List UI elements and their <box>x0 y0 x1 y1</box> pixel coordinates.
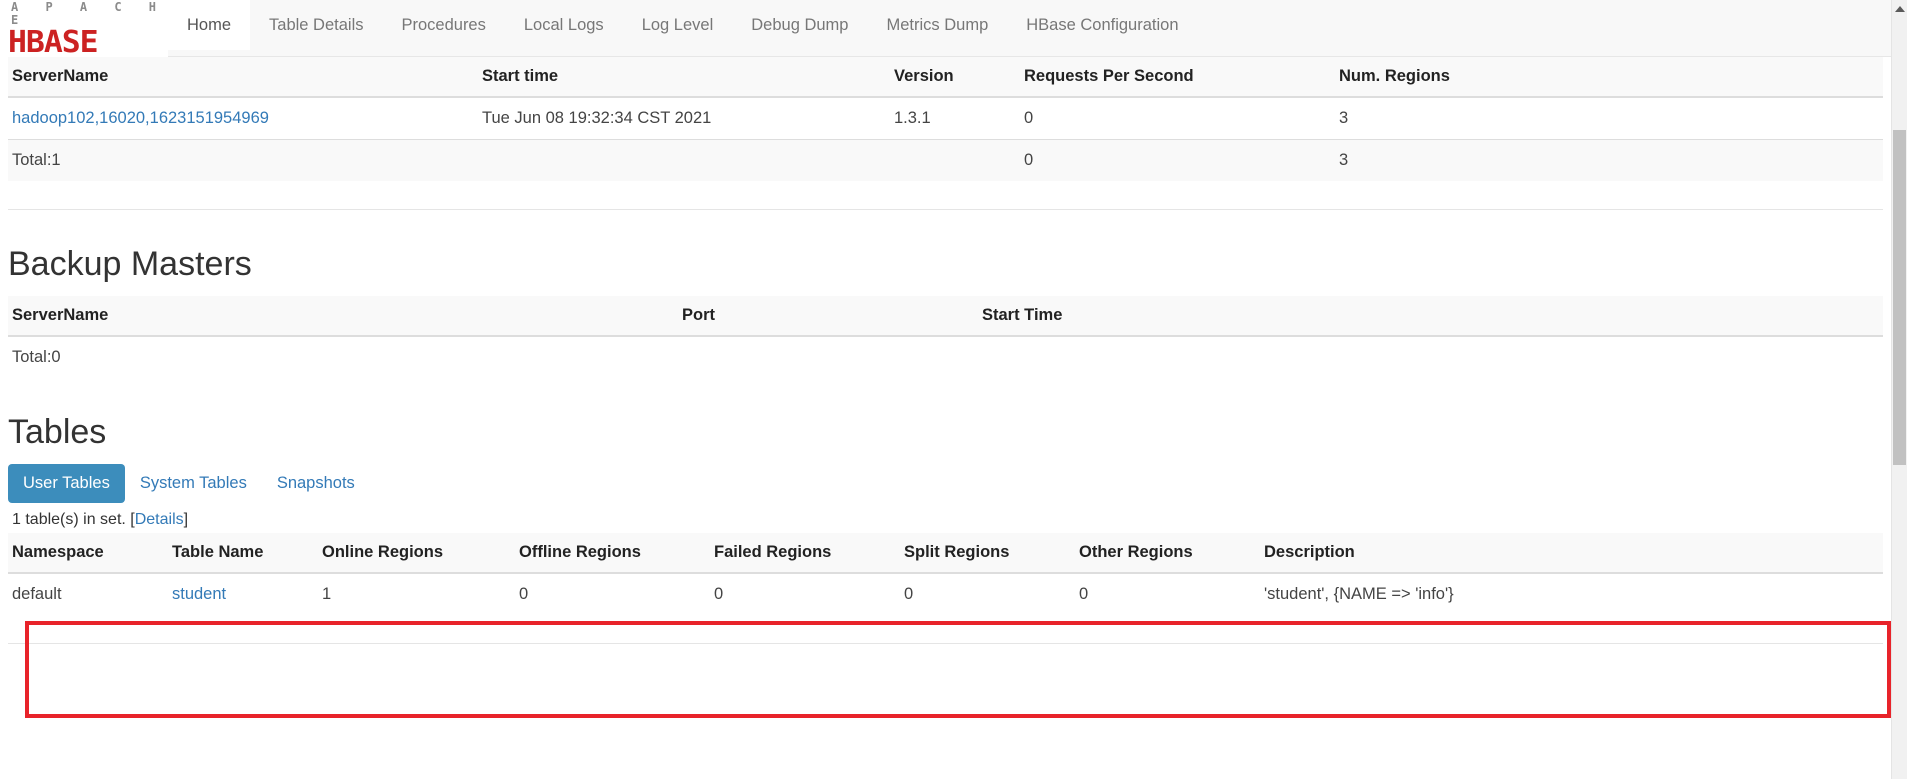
cell-total-requests-per-second: 0 <box>1020 139 1335 181</box>
cell-num-regions: 3 <box>1335 96 1883 140</box>
col-header-backup-server-name[interactable]: ServerName <box>8 296 678 337</box>
scrollbar-thumb[interactable] <box>1893 130 1906 465</box>
tables-tab-bar: User Tables System Tables Snapshots <box>8 464 1883 503</box>
page-viewport: A P A C H E HBASE Home Table Details Pro… <box>0 0 1891 779</box>
col-header-backup-start-time[interactable]: Start Time <box>978 296 1883 337</box>
table-header-row: Namespace Table Name Online Regions Offl… <box>8 533 1883 574</box>
col-header-failed-regions[interactable]: Failed Regions <box>710 533 900 574</box>
col-header-other-regions[interactable]: Other Regions <box>1075 533 1260 574</box>
cell-requests-per-second: 0 <box>1020 96 1335 140</box>
table-row: default student 1 0 0 0 0 'student', {NA… <box>8 572 1883 615</box>
nav-items: Home Table Details Procedures Local Logs… <box>168 0 1198 50</box>
hbase-master-status-page: A P A C H E HBASE Home Table Details Pro… <box>0 0 1907 779</box>
section-divider <box>8 209 1883 210</box>
col-header-offline-regions[interactable]: Offline Regions <box>515 533 710 574</box>
region-servers-table: ServerName Start time Version Requests P… <box>8 57 1883 181</box>
tab-system-tables[interactable]: System Tables <box>125 464 262 503</box>
cell-online-regions: 1 <box>318 572 515 615</box>
nav-item-home[interactable]: Home <box>168 0 251 50</box>
bottom-divider <box>8 643 1883 644</box>
col-header-namespace[interactable]: Namespace <box>8 533 168 574</box>
nav-item-local-logs[interactable]: Local Logs <box>505 0 623 50</box>
col-header-requests-per-second[interactable]: Requests Per Second <box>1020 57 1335 98</box>
cell-total-label: Total:1 <box>8 139 478 181</box>
table-row: hadoop102,16020,1623151954969 Tue Jun 08… <box>8 96 1883 140</box>
table-total-row: Total:1 0 3 <box>8 139 1883 181</box>
backup-masters-title: Backup Masters <box>8 245 252 283</box>
set-info-suffix: ] <box>183 511 189 528</box>
details-link[interactable]: Details <box>135 511 184 528</box>
tab-snapshots[interactable]: Snapshots <box>262 464 370 503</box>
cell-failed-regions: 0 <box>710 572 900 615</box>
col-header-split-regions[interactable]: Split Regions <box>900 533 1075 574</box>
cell-version: 1.3.1 <box>890 96 1020 140</box>
nav-item-debug-dump[interactable]: Debug Dump <box>732 0 867 50</box>
cell-server-name: hadoop102,16020,1623151954969 <box>8 96 478 140</box>
nav-item-metrics-dump[interactable]: Metrics Dump <box>867 0 1007 50</box>
table-set-info: 1 table(s) in set. [Details] <box>12 511 1883 529</box>
backup-masters-table: ServerName Port Start Time Total:0 <box>8 296 1883 378</box>
cell-table-name: student <box>168 572 318 615</box>
nav-item-table-details[interactable]: Table Details <box>250 0 382 50</box>
cell-split-regions: 0 <box>900 572 1075 615</box>
cell-namespace: default <box>8 572 168 615</box>
nav-item-log-level[interactable]: Log Level <box>623 0 733 50</box>
table-header-row: ServerName Start time Version Requests P… <box>8 57 1883 98</box>
col-header-version[interactable]: Version <box>890 57 1020 98</box>
col-header-start-time[interactable]: Start time <box>478 57 890 98</box>
tab-user-tables[interactable]: User Tables <box>8 464 125 503</box>
col-header-server-name[interactable]: ServerName <box>8 57 478 98</box>
table-header-row: ServerName Port Start Time <box>8 296 1883 337</box>
cell-description: 'student', {NAME => 'info'} <box>1260 572 1883 615</box>
vertical-scrollbar[interactable] <box>1891 0 1907 779</box>
cell-total-version <box>890 139 1020 181</box>
cell-backup-total-label: Total:0 <box>8 335 678 378</box>
top-navbar: A P A C H E HBASE Home Table Details Pro… <box>0 0 1891 58</box>
apache-hbase-logo[interactable]: A P A C H E HBASE <box>0 0 168 58</box>
nav-item-hbase-configuration[interactable]: HBase Configuration <box>1007 0 1197 50</box>
user-tables-table: Namespace Table Name Online Regions Offl… <box>8 533 1883 615</box>
cell-total-num-regions: 3 <box>1335 139 1883 181</box>
nav-item-procedures[interactable]: Procedures <box>382 0 504 50</box>
col-header-table-name[interactable]: Table Name <box>168 533 318 574</box>
cell-start-time: Tue Jun 08 19:32:34 CST 2021 <box>478 96 890 140</box>
tables-title: Tables <box>8 413 107 451</box>
col-header-num-regions[interactable]: Num. Regions <box>1335 57 1883 98</box>
scroll-up-arrow-icon[interactable] <box>1892 0 1907 17</box>
col-header-description[interactable]: Description <box>1260 533 1883 574</box>
table-name-link[interactable]: student <box>172 585 226 603</box>
col-header-backup-port[interactable]: Port <box>678 296 978 337</box>
page-content: ServerName Start time Version Requests P… <box>0 57 1891 644</box>
logo-hbase-text: HBASE <box>8 25 99 60</box>
table-total-row: Total:0 <box>8 335 1883 378</box>
col-header-online-regions[interactable]: Online Regions <box>318 533 515 574</box>
cell-offline-regions: 0 <box>515 572 710 615</box>
cell-backup-total-start-time <box>978 335 1883 378</box>
cell-total-start-time <box>478 139 890 181</box>
set-info-prefix: 1 table(s) in set. [ <box>12 511 135 528</box>
server-name-link[interactable]: hadoop102,16020,1623151954969 <box>12 109 269 127</box>
cell-backup-total-port <box>678 335 978 378</box>
cell-other-regions: 0 <box>1075 572 1260 615</box>
logo-apache-text: A P A C H E <box>11 0 167 27</box>
